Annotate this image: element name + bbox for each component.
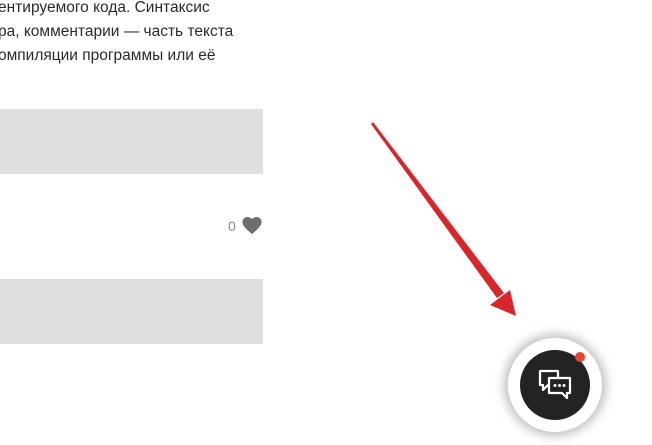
article-line: омпиляции программы или её [0,47,216,64]
chat-bubbles-icon [537,368,573,402]
article-line: ентируемого кода. Синтаксис [0,0,210,16]
page: ентируемого кода. Синтаксис ра, коммента… [0,0,652,445]
chat-button[interactable] [520,350,590,420]
like-button[interactable]: 0 [228,216,262,236]
chat-widget [508,338,602,432]
article-text: ентируемого кода. Синтаксис ра, коммента… [0,0,260,68]
notification-dot [575,352,585,362]
article-line: ра, комментарии — часть текста [0,23,234,40]
like-count: 0 [228,218,236,234]
placeholder-block [0,109,263,174]
heart-icon [242,217,262,235]
placeholder-block [0,279,263,344]
